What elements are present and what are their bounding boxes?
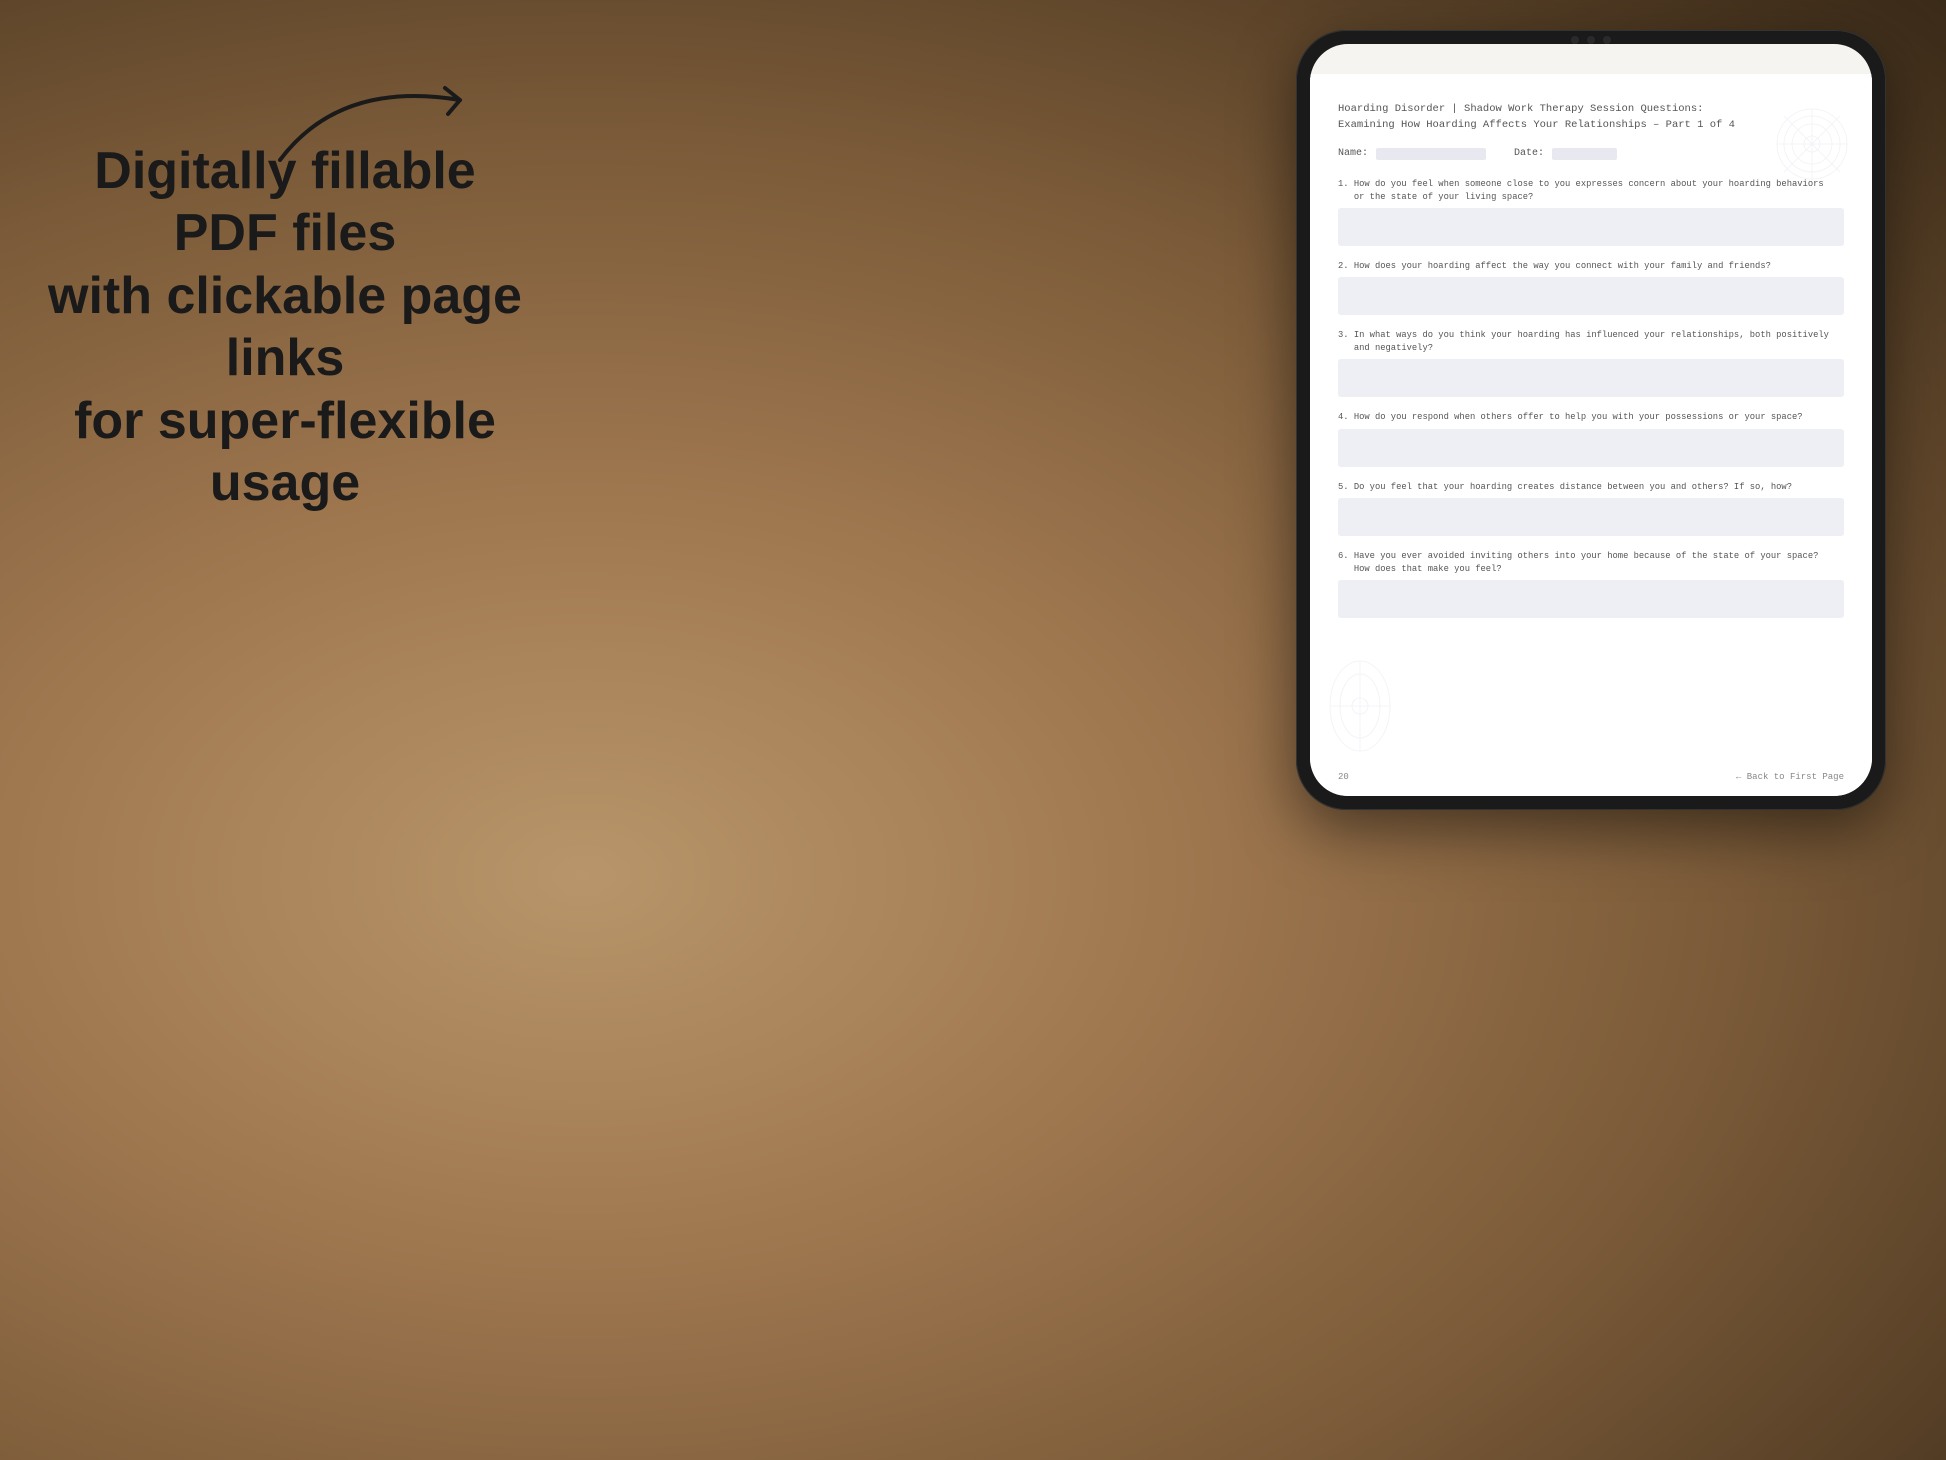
answer-box-5[interactable] <box>1338 498 1844 536</box>
pdf-document: Hoarding Disorder | Shadow Work Therapy … <box>1310 74 1872 796</box>
pdf-footer: 20 ← Back to First Page <box>1338 772 1844 782</box>
tablet-frame: Hoarding Disorder | Shadow Work Therapy … <box>1296 30 1886 810</box>
question-1: 1. How do you feel when someone close to… <box>1338 178 1844 204</box>
page-number: 20 <box>1338 772 1349 782</box>
camera-dot-1 <box>1571 36 1579 44</box>
question-4: 4. How do you respond when others offer … <box>1338 411 1844 424</box>
question-6: 6. Have you ever avoided inviting others… <box>1338 550 1844 576</box>
name-label: Name: <box>1338 148 1368 159</box>
name-field[interactable] <box>1376 148 1486 160</box>
camera-dot-2 <box>1587 36 1595 44</box>
answer-box-6[interactable] <box>1338 580 1844 618</box>
question-5: 5. Do you feel that your hoarding create… <box>1338 481 1844 494</box>
tagline: Digitally fillable PDF files with clicka… <box>40 140 530 514</box>
pdf-title-line2: Examining How Hoarding Affects Your Rela… <box>1338 119 1735 131</box>
date-label: Date: <box>1514 148 1544 159</box>
tablet-screen: Hoarding Disorder | Shadow Work Therapy … <box>1310 44 1872 796</box>
tablet: Hoarding Disorder | Shadow Work Therapy … <box>1296 30 1886 810</box>
pdf-title-line1: Hoarding Disorder | Shadow Work Therapy … <box>1338 103 1703 115</box>
tagline-line3: for super-flexible usage <box>74 392 496 512</box>
q4-text: 4. How do you respond when others offer … <box>1338 412 1803 422</box>
q1-text-cont: or the state of your living space? <box>1338 192 1533 202</box>
camera-dot-3 <box>1603 36 1611 44</box>
answer-box-4[interactable] <box>1338 429 1844 467</box>
q5-text: 5. Do you feel that your hoarding create… <box>1338 482 1792 492</box>
question-3: 3. In what ways do you think your hoardi… <box>1338 329 1844 355</box>
q6-text: 6. Have you ever avoided inviting others… <box>1338 551 1818 561</box>
pdf-name-date-row: Name: Date: <box>1338 148 1844 160</box>
q2-text: 2. How does your hoarding affect the way… <box>1338 261 1771 271</box>
tagline-line1: Digitally fillable PDF files <box>94 142 475 262</box>
tagline-line2: with clickable page links <box>48 267 522 387</box>
date-field[interactable] <box>1552 148 1617 160</box>
answer-box-3[interactable] <box>1338 359 1844 397</box>
question-2: 2. How does your hoarding affect the way… <box>1338 260 1844 273</box>
answer-box-1[interactable] <box>1338 208 1844 246</box>
pdf-title: Hoarding Disorder | Shadow Work Therapy … <box>1338 102 1844 134</box>
watermark-bottom <box>1325 656 1395 756</box>
tablet-camera <box>1571 36 1611 44</box>
q3-text-cont: and negatively? <box>1338 343 1433 353</box>
left-panel: Digitally fillable PDF files with clicka… <box>40 140 530 514</box>
q1-number: 1. How do you feel when someone close to… <box>1338 179 1824 189</box>
back-to-first-page-link[interactable]: ← Back to First Page <box>1736 772 1844 782</box>
answer-box-2[interactable] <box>1338 277 1844 315</box>
q6-text-cont: How does that make you feel? <box>1338 564 1502 574</box>
q3-text: 3. In what ways do you think your hoardi… <box>1338 330 1829 340</box>
